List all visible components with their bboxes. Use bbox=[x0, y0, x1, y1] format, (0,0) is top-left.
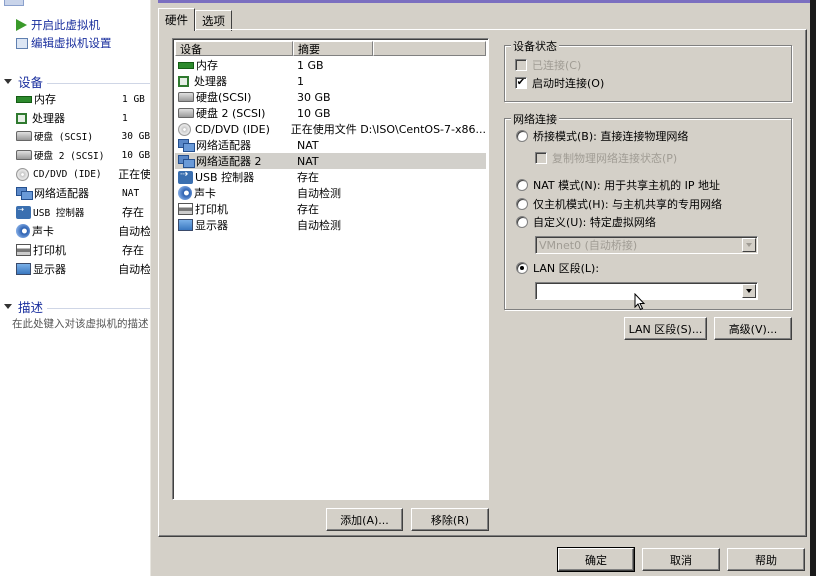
description-input[interactable]: 在此处键入对该虚拟机的描述 bbox=[12, 316, 149, 331]
play-icon bbox=[16, 19, 27, 31]
left-device-memory[interactable]: 内存 1 GB bbox=[16, 90, 150, 108]
connected-checkbox[interactable]: 已连接(C) bbox=[515, 57, 581, 73]
collapse-triangle-icon bbox=[4, 78, 12, 84]
device-row-network-adapter[interactable]: 网络适配器 NAT bbox=[175, 137, 486, 153]
checkmark-icon: ✔ bbox=[515, 77, 527, 89]
usb-icon bbox=[178, 169, 193, 184]
processor-icon bbox=[178, 75, 189, 87]
vm-summary-pane: 开启此虚拟机 编辑虚拟机设置 设备 内存 1 GB 处理器 1 硬盘 (SCSI… bbox=[0, 0, 150, 576]
ok-button[interactable]: 确定 bbox=[557, 547, 635, 572]
sound-card-icon bbox=[16, 224, 30, 238]
add-device-button[interactable]: 添加(A)... bbox=[326, 508, 403, 531]
lan-segments-button[interactable]: LAN 区段(S)... bbox=[624, 317, 707, 340]
left-device-processor[interactable]: 处理器 1 bbox=[16, 109, 150, 127]
radio-icon bbox=[516, 216, 528, 228]
bridged-mode-radio[interactable]: 桥接模式(B): 直接连接物理网络 bbox=[516, 128, 688, 144]
devices-section-header[interactable]: 设备 bbox=[4, 73, 150, 90]
custom-network-radio[interactable]: 自定义(U): 特定虚拟网络 bbox=[516, 214, 656, 230]
remove-device-button[interactable]: 移除(R) bbox=[411, 508, 489, 531]
help-button[interactable]: 帮助 bbox=[727, 548, 805, 571]
settings-tabs: 硬件 选项 bbox=[158, 8, 232, 31]
printer-icon bbox=[16, 244, 31, 256]
lan-segment-radio[interactable]: LAN 区段(L): bbox=[516, 260, 599, 276]
device-row-display[interactable]: 显示器 自动检测 bbox=[175, 217, 486, 233]
replicate-physical-state-checkbox[interactable]: 复制物理网络连接状态(P) bbox=[535, 150, 677, 166]
tab-options[interactable]: 选项 bbox=[195, 10, 232, 31]
display-icon bbox=[16, 263, 31, 275]
display-icon bbox=[178, 219, 193, 231]
radio-icon bbox=[516, 130, 528, 142]
device-row-cd-dvd[interactable]: CD/DVD (IDE) 正在使用文件 D:\ISO\CentOS-7-x86.… bbox=[175, 121, 486, 137]
device-row-harddisk-2[interactable]: 硬盘 2 (SCSI) 10 GB bbox=[175, 105, 486, 121]
cd-dvd-icon bbox=[178, 122, 191, 136]
left-device-sound-card[interactable]: 声卡 自动检 bbox=[16, 222, 150, 240]
left-device-display[interactable]: 显示器 自动检 bbox=[16, 260, 150, 278]
radio-icon bbox=[516, 198, 528, 210]
dropdown-arrow-icon bbox=[742, 284, 756, 298]
nat-mode-radio[interactable]: NAT 模式(N): 用于共享主机的 IP 地址 bbox=[516, 177, 720, 193]
lan-segment-select[interactable] bbox=[535, 282, 758, 300]
memory-icon bbox=[16, 95, 32, 103]
pane-splitter[interactable] bbox=[150, 0, 158, 576]
window-edge bbox=[810, 0, 816, 576]
harddisk-icon bbox=[16, 150, 32, 160]
device-row-processor[interactable]: 处理器 1 bbox=[175, 73, 486, 89]
cd-dvd-icon bbox=[16, 167, 29, 181]
harddisk-icon bbox=[178, 92, 194, 102]
device-row-network-adapter-2[interactable]: 网络适配器 2 NAT bbox=[175, 153, 486, 169]
device-row-usb-controller[interactable]: USB 控制器 存在 bbox=[175, 169, 486, 185]
collapse-triangle-icon bbox=[4, 303, 12, 309]
network-adapter-icon bbox=[16, 186, 33, 200]
edit-settings-icon bbox=[16, 37, 28, 49]
left-device-network-adapter[interactable]: 网络适配器 NAT bbox=[16, 184, 150, 202]
checkbox-icon bbox=[515, 59, 527, 71]
usb-icon bbox=[16, 204, 31, 219]
left-device-cd-dvd[interactable]: CD/DVD (IDE) 正在使 bbox=[16, 165, 150, 183]
printer-icon bbox=[178, 203, 193, 215]
radio-selected-icon bbox=[516, 262, 528, 274]
device-list-header: 设备 摘要 bbox=[175, 41, 486, 56]
advanced-button[interactable]: 高级(V)... bbox=[714, 317, 792, 340]
device-row-sound-card[interactable]: 声卡 自动检测 bbox=[175, 185, 486, 201]
tab-hardware[interactable]: 硬件 bbox=[158, 8, 195, 31]
host-only-mode-radio[interactable]: 仅主机模式(H): 与主机共享的专用网络 bbox=[516, 196, 722, 212]
left-device-harddisk[interactable]: 硬盘 (SCSI) 30 GB bbox=[16, 127, 150, 145]
left-device-harddisk-2[interactable]: 硬盘 2 (SCSI) 10 GB bbox=[16, 146, 150, 164]
device-status-group: 设备状态 bbox=[504, 38, 792, 102]
network-adapter-icon bbox=[178, 138, 195, 152]
checkbox-icon bbox=[535, 152, 547, 164]
connect-at-power-on-checkbox[interactable]: ✔ 启动时连接(O) bbox=[515, 75, 604, 91]
mouse-cursor-icon bbox=[634, 293, 646, 311]
radio-icon bbox=[516, 179, 528, 191]
description-section-header[interactable]: 描述 bbox=[4, 298, 150, 315]
dropdown-arrow-icon bbox=[742, 238, 756, 252]
processor-icon bbox=[16, 112, 27, 124]
harddisk-icon bbox=[178, 108, 194, 118]
power-on-vm-link[interactable]: 开启此虚拟机 bbox=[16, 17, 100, 33]
device-row-harddisk[interactable]: 硬盘(SCSI) 30 GB bbox=[175, 89, 486, 105]
device-list[interactable]: 设备 摘要 内存 1 GB 处理器 1 硬盘(SCSI) 30 GB 硬盘 2 … bbox=[172, 38, 489, 500]
network-adapter-icon bbox=[178, 154, 195, 168]
sound-card-icon bbox=[178, 186, 192, 200]
column-header-summary[interactable]: 摘要 bbox=[293, 41, 373, 56]
device-row-memory[interactable]: 内存 1 GB bbox=[175, 57, 486, 73]
column-header-device[interactable]: 设备 bbox=[175, 41, 293, 56]
cancel-button[interactable]: 取消 bbox=[642, 548, 720, 571]
device-row-printer[interactable]: 打印机 存在 bbox=[175, 201, 486, 217]
vm-icon bbox=[4, 0, 24, 6]
memory-icon bbox=[178, 61, 194, 69]
custom-network-select[interactable]: VMnet0 (自动桥接) bbox=[535, 236, 758, 254]
harddisk-icon bbox=[16, 131, 32, 141]
edit-vm-settings-link[interactable]: 编辑虚拟机设置 bbox=[16, 35, 112, 51]
left-device-printer[interactable]: 打印机 存在 bbox=[16, 241, 150, 259]
left-device-usb[interactable]: USB 控制器 存在 bbox=[16, 203, 150, 221]
